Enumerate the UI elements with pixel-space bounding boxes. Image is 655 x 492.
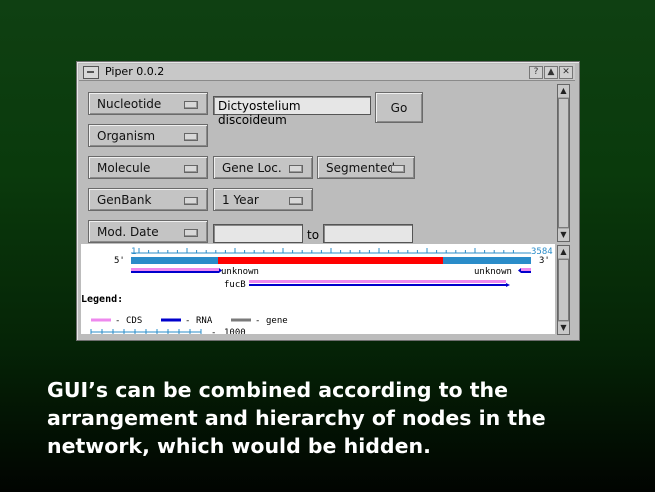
scroll-up-icon[interactable]: ▲ bbox=[558, 85, 569, 97]
cds-feature-right bbox=[521, 268, 531, 271]
date-to-input[interactable] bbox=[323, 224, 413, 243]
cds-region-bar bbox=[218, 257, 443, 264]
option-indicator-icon bbox=[391, 165, 405, 173]
genbank-label: GenBank bbox=[97, 193, 152, 207]
sequence-map: 1 3584 5' 3' unknown unknown fucB Legend… bbox=[81, 247, 553, 334]
arrow-right-icon bbox=[506, 283, 510, 287]
scroll-down-icon[interactable]: ▼ bbox=[558, 322, 569, 334]
year-menu-button[interactable]: 1 Year bbox=[213, 188, 313, 211]
nucleotide-label: Nucleotide bbox=[97, 97, 162, 111]
five-prime-label: 5' bbox=[114, 256, 125, 266]
caption-line-3: network, which would be hidden. bbox=[47, 434, 431, 458]
slide-caption: GUI’s can be combined according to the a… bbox=[47, 376, 627, 460]
ruler-start-label: 1 bbox=[131, 247, 136, 257]
nucleotide-menu-button[interactable]: Nucleotide bbox=[88, 92, 208, 115]
map-scroll-thumb[interactable] bbox=[558, 259, 569, 321]
cds-feature-middle bbox=[249, 280, 506, 283]
segmented-menu-button[interactable]: Segmented bbox=[317, 156, 415, 179]
arrow-left-icon bbox=[518, 268, 521, 273]
legend-gene-dash: - bbox=[255, 316, 260, 326]
window-title: Piper 0.0.2 bbox=[105, 65, 165, 78]
rna-feature-left bbox=[131, 271, 219, 273]
option-indicator-icon bbox=[289, 165, 303, 173]
gene-middle-label: fucB bbox=[224, 280, 246, 290]
organism-label: Organism bbox=[97, 129, 156, 143]
map-scrollbar[interactable]: ▲ ▼ bbox=[557, 245, 570, 335]
option-indicator-icon bbox=[184, 101, 198, 109]
option-indicator-icon bbox=[184, 165, 198, 173]
scroll-down-icon[interactable]: ▼ bbox=[558, 229, 569, 241]
legend-title: Legend: bbox=[81, 294, 123, 305]
rna-feature-right bbox=[521, 271, 531, 273]
gene-left-label: unknown bbox=[221, 267, 259, 277]
option-indicator-icon bbox=[289, 197, 303, 205]
gene-loc-menu-button[interactable]: Gene Loc. bbox=[213, 156, 313, 179]
rna-feature-middle bbox=[249, 284, 506, 286]
go-button[interactable]: Go bbox=[375, 92, 423, 123]
segmented-label: Segmented bbox=[326, 161, 395, 175]
scroll-up-icon[interactable]: ▲ bbox=[558, 246, 569, 258]
form-scroll-thumb[interactable] bbox=[558, 98, 569, 228]
legend-rna-dash: - bbox=[185, 316, 190, 326]
mod-date-menu-button[interactable]: Mod. Date bbox=[88, 220, 208, 243]
option-indicator-icon bbox=[184, 197, 198, 205]
title-bar: Piper 0.0.2 ? ▲ ✕ bbox=[79, 64, 575, 81]
year-label: 1 Year bbox=[222, 193, 259, 207]
sequence-map-panel: 1 3584 5' 3' unknown unknown fucB Legend… bbox=[81, 244, 555, 334]
genbank-menu-button[interactable]: GenBank bbox=[88, 188, 208, 211]
maximize-icon[interactable]: ▲ bbox=[544, 66, 558, 79]
organism-input[interactable]: Dictyostelium discoideum bbox=[213, 96, 371, 127]
legend-gene-label: gene bbox=[266, 316, 288, 326]
option-indicator-icon bbox=[184, 229, 198, 237]
scale-label: 1000 bbox=[224, 328, 246, 334]
molecule-label: Molecule bbox=[97, 161, 151, 175]
option-indicator-icon bbox=[184, 133, 198, 141]
gene-loc-label: Gene Loc. bbox=[222, 161, 282, 175]
organism-menu-button[interactable]: Organism bbox=[88, 124, 208, 147]
close-icon[interactable]: ✕ bbox=[559, 66, 573, 79]
to-label: to bbox=[307, 228, 320, 242]
three-prime-label: 3' bbox=[539, 256, 550, 266]
cds-feature-left bbox=[131, 268, 219, 271]
help-icon[interactable]: ? bbox=[529, 66, 543, 79]
ruler-ticks bbox=[138, 248, 514, 253]
caption-line-2: arrangement and hierarchy of nodes in th… bbox=[47, 406, 546, 430]
piper-window: Piper 0.0.2 ? ▲ ✕ Nucleotide Dictyosteli… bbox=[76, 61, 580, 341]
mod-date-label: Mod. Date bbox=[97, 225, 159, 239]
legend-rna-label: RNA bbox=[196, 316, 213, 326]
scale-dash: - bbox=[211, 328, 216, 334]
legend-cds-dash: - bbox=[115, 316, 120, 326]
caption-line-1: GUI’s can be combined according to the bbox=[47, 378, 509, 402]
legend-cds-label: CDS bbox=[126, 316, 142, 326]
molecule-menu-button[interactable]: Molecule bbox=[88, 156, 208, 179]
form-scrollbar[interactable]: ▲ ▼ bbox=[557, 84, 570, 242]
window-menu-button[interactable] bbox=[83, 66, 99, 79]
date-from-input[interactable] bbox=[213, 224, 303, 243]
gene-right-label: unknown bbox=[474, 267, 512, 277]
